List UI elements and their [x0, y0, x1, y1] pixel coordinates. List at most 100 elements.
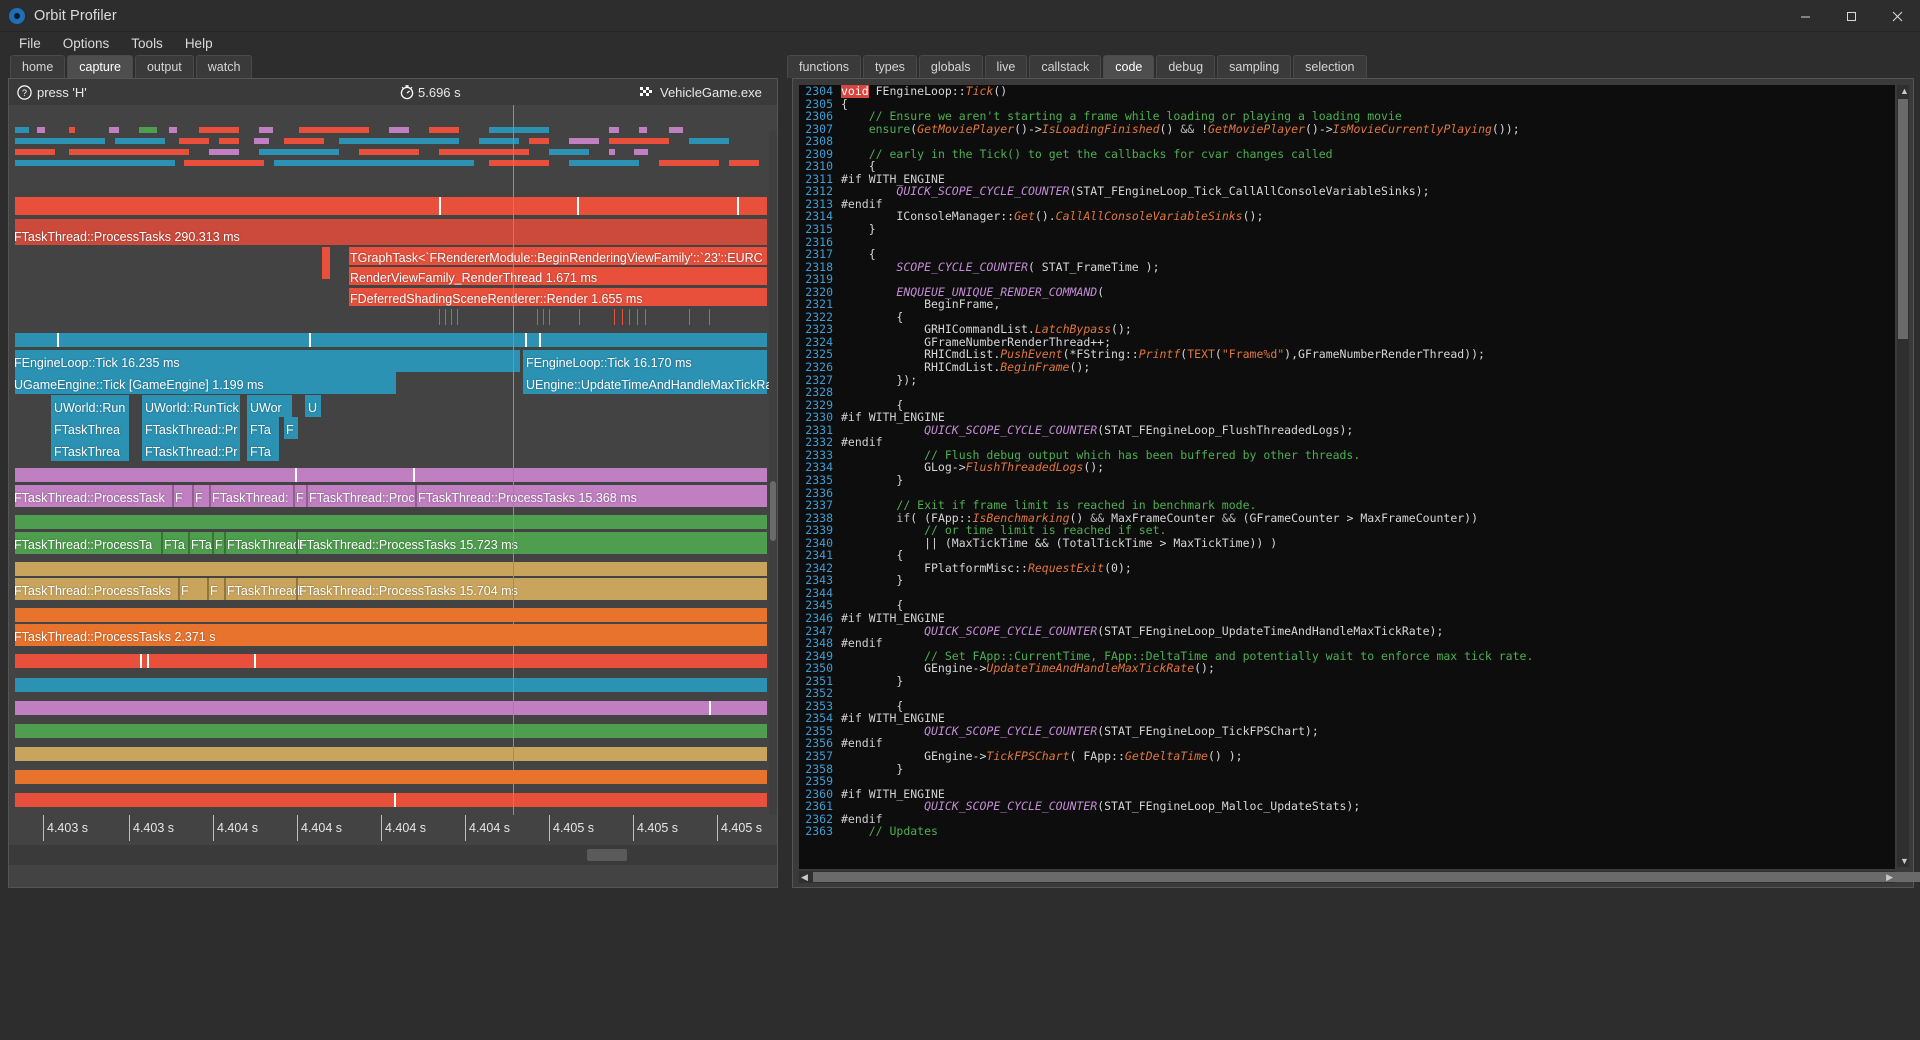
- timeline-block[interactable]: [349, 267, 767, 285]
- timeline-block[interactable]: [15, 350, 520, 372]
- code-editor[interactable]: 2304void FEngineLoop::Tick()2305{2306 //…: [792, 78, 1914, 888]
- tab-debug[interactable]: debug: [1156, 55, 1215, 78]
- code-line[interactable]: 2359: [799, 775, 1895, 788]
- tab-code[interactable]: code: [1103, 55, 1154, 78]
- timeline-block[interactable]: [209, 149, 239, 155]
- timeline-block[interactable]: [69, 149, 189, 155]
- timeline-block[interactable]: [15, 624, 767, 646]
- code-line[interactable]: 2345 {: [799, 599, 1895, 612]
- code-line[interactable]: 2334 GLog->FlushThreadedLogs();: [799, 461, 1895, 474]
- timeline-block[interactable]: [359, 149, 419, 155]
- timeline-block[interactable]: [634, 149, 648, 155]
- maximize-icon[interactable]: [1828, 0, 1874, 32]
- timeline-block[interactable]: [109, 127, 119, 133]
- timeline-block[interactable]: [609, 138, 669, 144]
- code-text-area[interactable]: 2304void FEngineLoop::Tick()2305{2306 //…: [799, 85, 1895, 869]
- tab-sampling[interactable]: sampling: [1217, 55, 1291, 78]
- timeline-hscrollbar[interactable]: [9, 845, 777, 865]
- code-line[interactable]: 2331 QUICK_SCOPE_CYCLE_COUNTER(STAT_FEng…: [799, 424, 1895, 437]
- timeline-block[interactable]: [51, 395, 129, 417]
- timeline-block[interactable]: [15, 160, 175, 166]
- code-hscrollbar[interactable]: ◀ ▶: [799, 871, 1895, 883]
- timeline-block[interactable]: [15, 138, 105, 144]
- code-vscroll-thumb[interactable]: [1898, 99, 1908, 339]
- timeline-block[interactable]: [169, 127, 177, 133]
- timeline-block[interactable]: [15, 219, 767, 245]
- timeline-block[interactable]: [299, 127, 369, 133]
- timeline-block[interactable]: [15, 532, 767, 554]
- timeline-block[interactable]: [15, 608, 767, 622]
- timeline-block[interactable]: [523, 350, 767, 372]
- timeline-block[interactable]: [142, 395, 240, 417]
- timeline-block[interactable]: [15, 333, 767, 347]
- tab-live[interactable]: live: [985, 55, 1028, 78]
- timeline-block[interactable]: [184, 160, 264, 166]
- code-line[interactable]: 2353 {: [799, 700, 1895, 713]
- tab-selection[interactable]: selection: [1293, 55, 1366, 78]
- minimize-icon[interactable]: [1782, 0, 1828, 32]
- code-line[interactable]: 2355 QUICK_SCOPE_CYCLE_COUNTER(STAT_FEng…: [799, 725, 1895, 738]
- code-vscrollbar[interactable]: ▲ ▼: [1897, 85, 1909, 867]
- code-line[interactable]: 2321 BeginFrame,: [799, 298, 1895, 311]
- tab-functions[interactable]: functions: [787, 55, 861, 78]
- timeline-block[interactable]: [689, 138, 729, 144]
- timeline-block[interactable]: [15, 793, 767, 807]
- code-line[interactable]: 2343 }: [799, 574, 1895, 587]
- timeline-block[interactable]: [439, 149, 529, 155]
- tab-types[interactable]: types: [863, 55, 917, 78]
- scroll-down-icon[interactable]: ▼: [1900, 856, 1909, 866]
- code-line[interactable]: 2307 ensure(GetMoviePlayer()->IsLoadingF…: [799, 123, 1895, 136]
- timeline-block[interactable]: [549, 149, 589, 155]
- code-line[interactable]: 2312 QUICK_SCOPE_CYCLE_COUNTER(STAT_FEng…: [799, 185, 1895, 198]
- scroll-up-icon[interactable]: ▲: [1900, 86, 1909, 96]
- code-line[interactable]: 2340 || (MaxTickTime && (TotalTickTime >…: [799, 537, 1895, 550]
- timeline-block[interactable]: [15, 678, 767, 692]
- menu-help[interactable]: Help: [174, 34, 224, 53]
- timeline-tracks[interactable]: FTaskThread::ProcessTasks 290.313 ms TGr…: [9, 105, 777, 865]
- timeline-block[interactable]: [322, 247, 330, 279]
- timeline-block[interactable]: [15, 468, 767, 482]
- scroll-left-icon[interactable]: ◀: [801, 872, 808, 883]
- code-hscroll-thumb[interactable]: [813, 872, 1920, 882]
- code-line[interactable]: 2347 QUICK_SCOPE_CYCLE_COUNTER(STAT_FEng…: [799, 625, 1895, 638]
- timeline-block[interactable]: [569, 138, 599, 144]
- timeline-block[interactable]: [259, 127, 273, 133]
- timeline-block[interactable]: [15, 701, 767, 715]
- code-line[interactable]: 2310 {: [799, 160, 1895, 173]
- code-line[interactable]: 2315 }: [799, 223, 1895, 236]
- timeline-block[interactable]: [15, 562, 767, 576]
- timeline-block[interactable]: [51, 417, 129, 439]
- timeline-block[interactable]: [523, 372, 767, 394]
- timeline-block[interactable]: [15, 747, 767, 761]
- timeline-block[interactable]: [15, 515, 767, 529]
- code-line[interactable]: 2361 QUICK_SCOPE_CYCLE_COUNTER(STAT_FEng…: [799, 800, 1895, 813]
- timeline-block[interactable]: [259, 149, 339, 155]
- timeline-block[interactable]: [529, 138, 549, 144]
- tab-globals[interactable]: globals: [919, 55, 983, 78]
- code-line[interactable]: 2350 GEngine->UpdateTimeAndHandleMaxTick…: [799, 662, 1895, 675]
- timeline-block[interactable]: [609, 149, 615, 155]
- timeline-block[interactable]: [51, 439, 129, 461]
- timeline-block[interactable]: [142, 439, 240, 461]
- code-line[interactable]: 2327 });: [799, 374, 1895, 387]
- timeline-block[interactable]: [15, 724, 767, 738]
- timeline-block[interactable]: [247, 395, 292, 417]
- timeline-block[interactable]: [569, 160, 639, 166]
- timeline-block[interactable]: [199, 127, 239, 133]
- timeline-block[interactable]: [15, 197, 767, 215]
- timeline-block[interactable]: [659, 160, 719, 166]
- code-line[interactable]: 2351 }: [799, 675, 1895, 688]
- timeline-block[interactable]: [284, 417, 298, 439]
- tab-home[interactable]: home: [10, 55, 65, 78]
- code-line[interactable]: 2314 IConsoleManager::Get().CallAllConso…: [799, 210, 1895, 223]
- code-line[interactable]: 2326 RHICmdList.BeginFrame();: [799, 361, 1895, 374]
- timeline-block[interactable]: [389, 127, 409, 133]
- code-line[interactable]: 2328: [799, 386, 1895, 399]
- code-line[interactable]: 2318 SCOPE_CYCLE_COUNTER( STAT_FrameTime…: [799, 261, 1895, 274]
- code-line[interactable]: 2342 FPlatformMisc::RequestExit(0);: [799, 562, 1895, 575]
- timeline-block[interactable]: [15, 485, 767, 507]
- timeline-block[interactable]: [15, 149, 55, 155]
- scroll-right-icon[interactable]: ▶: [1886, 872, 1893, 883]
- timeline-block[interactable]: [247, 417, 279, 439]
- timeline-block[interactable]: [305, 395, 321, 417]
